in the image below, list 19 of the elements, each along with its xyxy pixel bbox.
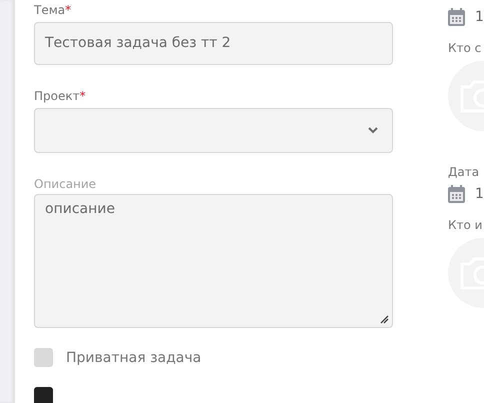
side-label: Кто и bbox=[448, 218, 484, 232]
side-label: Кто с bbox=[448, 41, 482, 55]
side-label: Дата bbox=[448, 165, 480, 179]
field-label: Тема* bbox=[34, 4, 72, 17]
calendar-icon bbox=[448, 8, 465, 26]
checkbox-label: Приватная задача bbox=[66, 350, 202, 366]
checkbox[interactable] bbox=[34, 348, 53, 367]
checkbox[interactable] bbox=[34, 387, 53, 403]
calendar-icon bbox=[448, 185, 465, 203]
chevron-down-icon bbox=[368, 127, 378, 134]
date-value: 1 bbox=[475, 9, 484, 25]
date-value: 1 bbox=[475, 186, 484, 202]
input-field[interactable]: Тестовая задача без тт 2 bbox=[34, 22, 393, 65]
resize-handle-icon[interactable] bbox=[380, 315, 389, 324]
field-label: Проект* bbox=[34, 90, 87, 103]
field-label: Описание bbox=[34, 178, 98, 191]
textarea-field[interactable]: описание bbox=[34, 194, 393, 328]
field-value: описание bbox=[45, 201, 115, 217]
select-field[interactable] bbox=[34, 108, 393, 153]
